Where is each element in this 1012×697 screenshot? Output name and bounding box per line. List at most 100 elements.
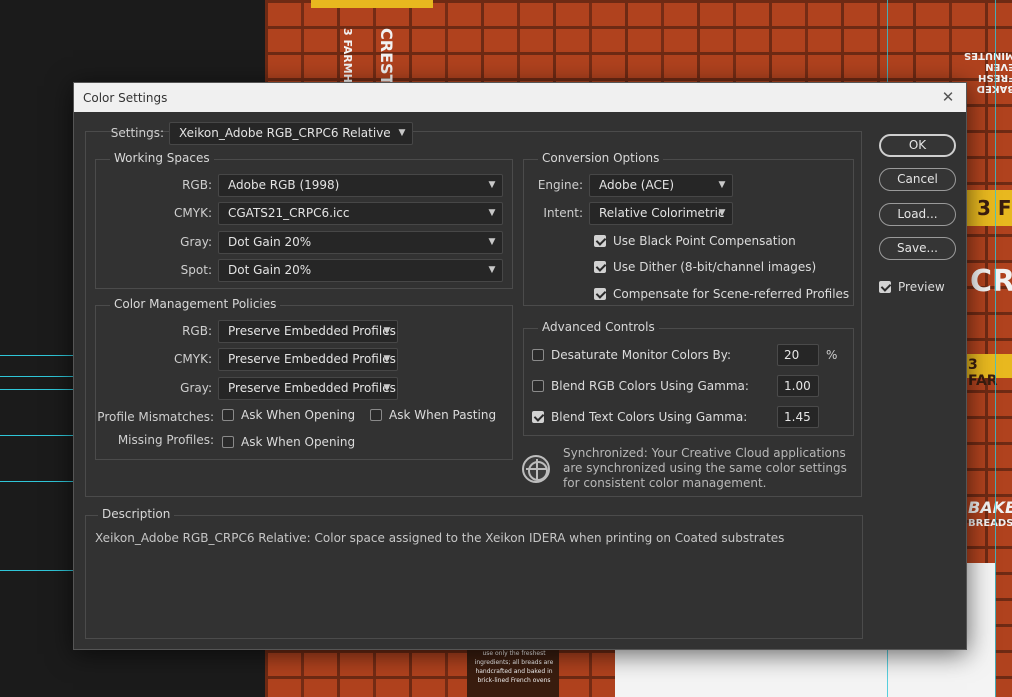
blend-rgb-label: Blend RGB Colors Using Gamma: <box>551 379 749 393</box>
blend-rgb-gamma-input[interactable]: 1.00 <box>777 375 819 397</box>
guide-line <box>995 0 996 697</box>
chevron-down-icon: ▼ <box>383 383 391 393</box>
cmyk-policy-value: Preserve Embedded Profiles <box>228 352 396 366</box>
settings-dropdown[interactable]: Xeikon_Adobe RGB_CRPC6 Relative ▼ <box>169 122 413 145</box>
blend-rgb-gamma-checkbox[interactable]: Blend RGB Colors Using Gamma: <box>532 378 749 394</box>
policy-rgb-label: RGB: <box>182 324 212 338</box>
intent-label: Intent: <box>543 206 583 220</box>
art-text-crest: CREST <box>377 28 396 86</box>
close-icon[interactable]: ✕ <box>938 87 958 107</box>
cmyk-working-space-dropdown[interactable]: CGATS21_CRPC6.icc ▼ <box>218 202 503 225</box>
profile-mismatches-label: Profile Mismatches: <box>97 410 214 424</box>
cancel-button[interactable]: Cancel <box>879 168 956 191</box>
missing-profiles-label: Missing Profiles: <box>117 433 214 447</box>
color-settings-dialog: Color Settings ✕ Settings: Xeikon_Adobe … <box>73 82 967 650</box>
engine-value: Adobe (ACE) <box>599 178 675 192</box>
spot-working-space-dropdown[interactable]: Dot Gain 20% ▼ <box>218 259 503 282</box>
load-button[interactable]: Load... <box>879 203 956 226</box>
checkbox-box[interactable] <box>879 281 891 293</box>
checkbox-box[interactable] <box>532 349 544 361</box>
checkbox-box[interactable] <box>594 235 606 247</box>
ask-when-opening-checkbox[interactable]: Ask When Opening <box>222 407 355 423</box>
engine-label: Engine: <box>537 178 583 192</box>
checkbox-box[interactable] <box>532 411 544 423</box>
checkbox-box[interactable] <box>532 380 544 392</box>
intent-dropdown[interactable]: Relative Colorimetric ▼ <box>589 202 733 225</box>
spot-label: Spot: <box>180 263 212 277</box>
use-dither-checkbox[interactable]: Use Dither (8-bit/channel images) <box>594 259 816 275</box>
gray-working-space-value: Dot Gain 20% <box>228 235 312 249</box>
black-point-label: Use Black Point Compensation <box>613 234 796 248</box>
sync-globe-icon <box>522 455 550 483</box>
gray-working-space-dropdown[interactable]: Dot Gain 20% ▼ <box>218 231 503 254</box>
checkbox-box[interactable] <box>222 436 234 448</box>
dialog-title: Color Settings <box>83 90 168 105</box>
description-title: Description <box>98 507 175 521</box>
rgb-policy-value: Preserve Embedded Profiles <box>228 324 396 338</box>
cmyk-label: CMYK: <box>174 206 212 220</box>
cmyk-working-space-value: CGATS21_CRPC6.icc <box>228 206 350 220</box>
use-dither-label: Use Dither (8-bit/channel images) <box>613 260 817 274</box>
guide-line <box>0 376 74 377</box>
chevron-down-icon: ▼ <box>488 180 496 190</box>
desaturate-label: Desaturate Monitor Colors By: <box>551 348 732 362</box>
rgb-working-space-dropdown[interactable]: Adobe RGB (1998) ▼ <box>218 174 503 197</box>
description-text: Xeikon_Adobe RGB_CRPC6 Relative: Color s… <box>95 531 785 545</box>
engine-dropdown[interactable]: Adobe (ACE) ▼ <box>589 174 733 197</box>
dialog-titlebar[interactable]: Color Settings ✕ <box>74 83 966 112</box>
gray-policy-value: Preserve Embedded Profiles <box>228 381 396 395</box>
sync-status-text: Synchronized: Your Creative Cloud applic… <box>563 446 847 490</box>
working-spaces-title: Working Spaces <box>110 151 214 165</box>
settings-value: Xeikon_Adobe RGB_CRPC6 Relative <box>179 126 391 140</box>
chevron-down-icon: ▼ <box>488 237 496 247</box>
checkbox-box[interactable] <box>370 409 382 421</box>
conversion-options-title: Conversion Options <box>538 151 664 165</box>
ok-button[interactable]: OK <box>879 134 956 157</box>
gray-label: Gray: <box>180 235 212 249</box>
scene-referred-checkbox[interactable]: Compensate for Scene-referred Profiles <box>594 286 849 302</box>
rgb-policy-dropdown[interactable]: Preserve Embedded Profiles ▼ <box>218 320 398 343</box>
chevron-down-icon: ▼ <box>718 180 726 190</box>
checkbox-box[interactable] <box>594 288 606 300</box>
missing-ask-when-opening-checkbox[interactable]: Ask When Opening <box>222 434 355 450</box>
ask-when-pasting-checkbox[interactable]: Ask When Pasting <box>370 407 496 423</box>
scene-referred-label: Compensate for Scene-referred Profiles <box>613 287 850 301</box>
blend-text-gamma-checkbox[interactable]: Blend Text Colors Using Gamma: <box>532 409 747 425</box>
chevron-down-icon: ▼ <box>488 265 496 275</box>
missing-ask-when-opening-label: Ask When Opening <box>241 435 356 449</box>
guide-line <box>0 481 74 482</box>
guide-line <box>0 570 74 571</box>
policy-gray-label: Gray: <box>180 381 212 395</box>
chevron-down-icon: ▼ <box>383 354 391 364</box>
checkbox-box[interactable] <box>222 409 234 421</box>
art-yellow-label <box>311 0 433 8</box>
chevron-down-icon: ▼ <box>383 326 391 336</box>
gray-policy-dropdown[interactable]: Preserve Embedded Profiles ▼ <box>218 377 398 400</box>
chevron-down-icon: ▼ <box>718 208 726 218</box>
guide-line <box>0 389 74 390</box>
desaturate-checkbox[interactable]: Desaturate Monitor Colors By: <box>532 347 731 363</box>
settings-label: Settings: <box>110 126 164 140</box>
rgb-label: RGB: <box>182 178 212 192</box>
chevron-down-icon: ▼ <box>398 128 406 138</box>
art-text-cr: CR <box>970 264 1012 299</box>
black-point-compensation-checkbox[interactable]: Use Black Point Compensation <box>594 233 796 249</box>
advanced-controls-title: Advanced Controls <box>538 320 659 334</box>
cmyk-policy-dropdown[interactable]: Preserve Embedded Profiles ▼ <box>218 348 398 371</box>
intent-value: Relative Colorimetric <box>599 206 725 220</box>
blend-text-gamma-input[interactable]: 1.45 <box>777 406 819 428</box>
guide-line <box>0 355 74 356</box>
percent-unit: % <box>826 348 838 362</box>
checkbox-box[interactable] <box>594 261 606 273</box>
policy-cmyk-label: CMYK: <box>174 352 212 366</box>
preview-label: Preview <box>898 280 945 294</box>
guide-line <box>0 435 74 436</box>
preview-checkbox[interactable]: Preview <box>879 279 945 295</box>
art-text-3far: 3 FAR <box>968 357 998 389</box>
save-button[interactable]: Save... <box>879 237 956 260</box>
rgb-working-space-value: Adobe RGB (1998) <box>228 178 340 192</box>
spot-working-space-value: Dot Gain 20% <box>228 263 312 277</box>
color-policies-title: Color Management Policies <box>110 297 281 311</box>
art-text-breads: BREADS <box>968 518 1012 529</box>
desaturate-input[interactable]: 20 <box>777 344 819 366</box>
